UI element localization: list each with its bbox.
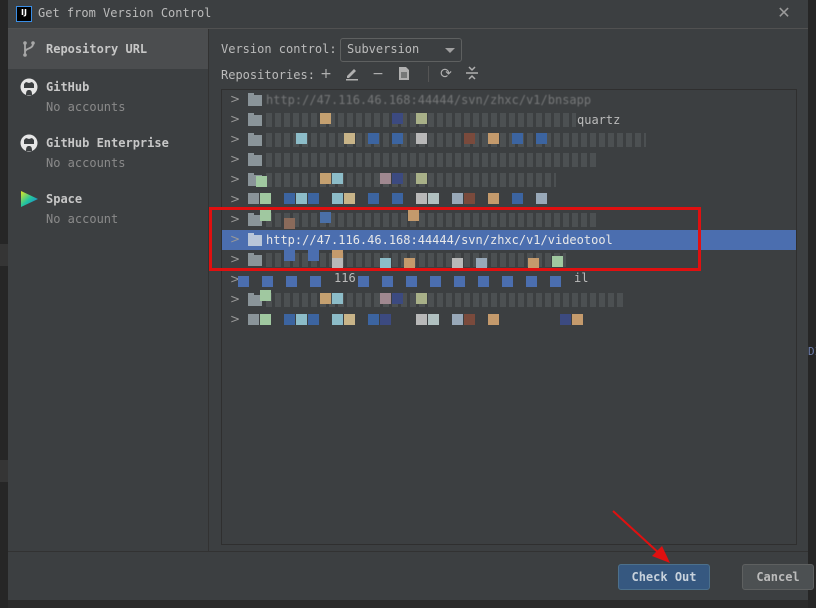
chevron-right-icon[interactable]: > bbox=[230, 92, 240, 106]
sidebar-item-sub: No accounts bbox=[46, 156, 126, 170]
tree-row[interactable]: > bbox=[222, 190, 796, 210]
tree-row[interactable]: > bbox=[222, 290, 796, 310]
tree-row[interactable]: > bbox=[222, 150, 796, 170]
github-icon bbox=[20, 78, 38, 96]
chevron-right-icon[interactable]: > bbox=[230, 172, 240, 186]
main-panel: Version control: Subversion Repositories… bbox=[209, 29, 808, 551]
branch-icon bbox=[23, 41, 35, 57]
tree-row[interactable]: > bbox=[222, 250, 796, 270]
tree-row-selected[interactable]: > http://47.116.46.168:44444/svn/zhxc/v1/… bbox=[222, 230, 796, 250]
obscured-text bbox=[266, 173, 556, 187]
tree-row-label: 116 bbox=[334, 271, 356, 285]
repositories-tree[interactable]: > http://47.116.46.168:44444/svn/zhxc/v1/… bbox=[221, 89, 797, 545]
title-bar: IJ Get from Version Control ✕ bbox=[8, 0, 808, 29]
chevron-right-icon[interactable]: > bbox=[230, 132, 240, 146]
tree-row-label: http://47.116.46.168:44444/svn/zhxc/v1/v… bbox=[266, 233, 613, 247]
repositories-label: Repositories: bbox=[221, 68, 315, 82]
obscured-text bbox=[266, 213, 596, 227]
tree-row-label: http://47.116.46.168:44444/svn/zhxc/v1/b… bbox=[266, 93, 592, 107]
browse-icon[interactable] bbox=[395, 65, 413, 83]
github-icon bbox=[20, 134, 38, 152]
remove-icon[interactable]: − bbox=[369, 65, 387, 83]
chevron-right-icon[interactable]: > bbox=[230, 292, 240, 306]
background-ghost bbox=[0, 244, 8, 266]
space-icon bbox=[21, 191, 38, 207]
toolbar-separator bbox=[428, 66, 429, 82]
cancel-button[interactable]: Cancel bbox=[742, 564, 814, 590]
sidebar-item-space[interactable]: Space No account bbox=[8, 187, 208, 237]
sidebar-item-github-enterprise[interactable]: GitHub Enterprise No accounts bbox=[8, 131, 208, 181]
version-control-select[interactable]: Subversion bbox=[340, 38, 462, 62]
sidebar-item-label: Repository URL bbox=[46, 42, 148, 56]
obscured-text bbox=[266, 153, 596, 167]
collapse-all-icon[interactable] bbox=[463, 65, 481, 83]
sidebar-item-sub: No accounts bbox=[46, 100, 126, 114]
chevron-right-icon[interactable]: > bbox=[230, 252, 240, 266]
tree-row[interactable]: > bbox=[222, 210, 796, 230]
chevron-right-icon[interactable]: > bbox=[230, 112, 240, 126]
background-window-edge bbox=[0, 0, 8, 608]
sidebar-item-label: GitHub Enterprise bbox=[46, 136, 169, 150]
intellij-app-icon: IJ bbox=[16, 6, 32, 22]
folder-icon bbox=[248, 233, 262, 246]
background-peek-text: DI bbox=[808, 345, 816, 358]
chevron-right-icon[interactable]: > bbox=[230, 312, 240, 326]
check-out-button[interactable]: Check Out bbox=[618, 564, 710, 590]
sidebar-item-label: GitHub bbox=[46, 80, 90, 94]
sidebar-item-sub: No account bbox=[46, 212, 119, 226]
chevron-right-icon[interactable]: > bbox=[230, 192, 240, 206]
folder-icon bbox=[248, 113, 262, 126]
obscured-text bbox=[266, 133, 646, 147]
sidebar-item-github[interactable]: GitHub No accounts bbox=[8, 75, 208, 125]
close-icon[interactable]: ✕ bbox=[777, 5, 791, 21]
tree-row[interactable]: > bbox=[222, 170, 796, 190]
folder-icon bbox=[248, 153, 262, 166]
tree-row[interactable]: > http://47.116.46.168:44444/svn/zhxc/v1/… bbox=[222, 90, 796, 110]
sidebar-item-label: Space bbox=[46, 192, 83, 206]
tree-row-label-tail: il bbox=[574, 271, 589, 285]
chevron-right-icon[interactable]: > bbox=[230, 152, 240, 166]
tree-row[interactable]: > bbox=[222, 310, 796, 330]
version-control-label: Version control: bbox=[221, 42, 337, 56]
add-icon[interactable]: + bbox=[317, 65, 335, 83]
tree-row[interactable]: > quartz bbox=[222, 110, 796, 130]
tree-row-label: quartz bbox=[577, 113, 621, 127]
footer-separator bbox=[8, 551, 808, 552]
folder-icon bbox=[248, 93, 262, 106]
sidebar: Repository URL GitHub No accounts GitHub… bbox=[8, 29, 209, 551]
dialog-title: Get from Version Control bbox=[38, 6, 212, 20]
background-window-edge bbox=[808, 0, 816, 608]
get-from-vcs-dialog: IJ Get from Version Control ✕ Repository… bbox=[8, 0, 814, 600]
version-control-value: Subversion bbox=[347, 42, 420, 56]
chevron-right-icon[interactable]: > bbox=[230, 212, 240, 226]
tree-row[interactable]: >116 il bbox=[222, 270, 796, 290]
tree-row[interactable]: > bbox=[222, 130, 796, 150]
sidebar-item-repository-url[interactable]: Repository URL bbox=[8, 29, 208, 69]
chevron-right-icon[interactable]: > bbox=[230, 232, 240, 246]
refresh-icon[interactable]: ⟳ bbox=[437, 65, 455, 83]
folder-icon bbox=[248, 253, 262, 266]
edit-icon[interactable] bbox=[343, 65, 361, 83]
chevron-down-icon bbox=[445, 48, 455, 53]
background-ghost bbox=[0, 460, 8, 482]
folder-icon bbox=[248, 133, 262, 146]
